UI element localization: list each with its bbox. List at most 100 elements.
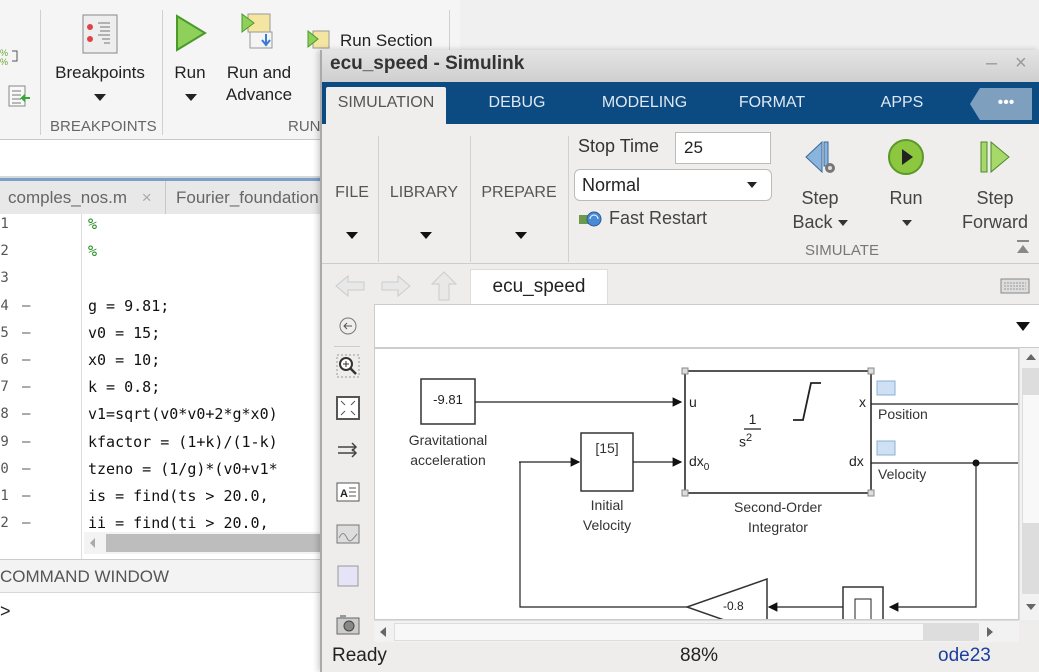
velocity-signal-label[interactable]: Velocity	[878, 466, 926, 482]
close-tab-icon[interactable]: ×	[142, 188, 152, 207]
code-line[interactable]: g = 9.81;	[88, 293, 169, 320]
code-line[interactable]: v1=sqrt(v0*v0+2*g*x0)	[88, 401, 278, 428]
executable-line-marker[interactable]: –	[22, 429, 30, 456]
scroll-right-icon[interactable]	[987, 627, 993, 637]
second-order-integrator-block[interactable]	[684, 370, 872, 494]
hide-explorer-icon[interactable]	[336, 314, 360, 338]
minimize-button[interactable]: –	[986, 52, 997, 75]
selection-handle[interactable]	[867, 489, 875, 497]
run-icon[interactable]	[175, 14, 207, 52]
editor-horizontal-scrollbar[interactable]	[84, 532, 330, 554]
fit-to-view-icon[interactable]	[336, 396, 360, 420]
memory-block[interactable]	[842, 586, 884, 620]
breakpoints-icon[interactable]	[82, 14, 118, 54]
run-dropdown-icon[interactable]	[902, 220, 912, 226]
image-icon[interactable]	[336, 522, 360, 546]
prepare-dropdown-icon[interactable]	[515, 232, 527, 239]
indent-icon[interactable]	[8, 85, 30, 109]
executable-line-marker[interactable]: –	[22, 401, 30, 428]
breakpoints-dropdown-icon[interactable]	[94, 94, 106, 101]
signal-logging-badge[interactable]	[876, 440, 896, 456]
run-and-advance-button[interactable]: Run and Advance	[220, 63, 298, 105]
executable-line-marker[interactable]: –	[22, 347, 30, 374]
keyboard-icon[interactable]	[1000, 278, 1030, 294]
annotation-icon[interactable]: A	[336, 480, 360, 504]
close-button[interactable]: ×	[1015, 52, 1027, 75]
run-simulation-icon[interactable]	[887, 138, 925, 176]
code-line[interactable]: x0 = 10;	[88, 347, 160, 374]
step-forward-button[interactable]: Step Forward	[954, 186, 1036, 234]
model-tab[interactable]: ecu_speed	[470, 269, 608, 304]
code-line[interactable]: is = find(ts > 20.0,	[88, 483, 269, 510]
step-back-button[interactable]: Step Back	[790, 186, 850, 234]
area-icon[interactable]	[336, 564, 360, 588]
tab-simulation[interactable]: SIMULATION	[326, 87, 446, 124]
scroll-down-icon[interactable]	[1026, 604, 1036, 610]
scrollbar-track[interactable]	[1022, 524, 1039, 594]
simulation-mode-select[interactable]: Normal	[574, 169, 772, 201]
camera-icon[interactable]	[336, 612, 360, 636]
step-back-icon[interactable]	[802, 138, 838, 176]
zoom-level[interactable]: 88%	[680, 645, 718, 667]
scrollbar-thumb[interactable]	[106, 534, 330, 552]
tab-modeling[interactable]: MODELING	[592, 87, 697, 124]
solver-link[interactable]: ode23	[938, 645, 991, 667]
tab-apps[interactable]: APPS	[862, 87, 942, 124]
run-section-icon[interactable]	[307, 28, 331, 50]
back-arrow-icon[interactable]	[334, 274, 366, 298]
breadcrumb-dropdown-icon[interactable]	[1016, 322, 1030, 331]
run-simulation-button[interactable]: Run	[877, 186, 935, 210]
zoom-in-icon[interactable]	[336, 354, 360, 378]
executable-line-marker[interactable]: –	[22, 456, 30, 483]
code-line[interactable]: v0 = 15;	[88, 320, 160, 347]
scroll-left-icon[interactable]	[90, 538, 95, 548]
selection-handle[interactable]	[867, 367, 875, 375]
executable-line-marker[interactable]: –	[22, 510, 30, 537]
scrollbar-thumb[interactable]	[1022, 394, 1039, 524]
code-line[interactable]: tzeno = (1/g)*(v0+v1*	[88, 456, 278, 483]
command-window[interactable]: >	[0, 593, 330, 672]
stop-time-input[interactable]: 25	[675, 132, 771, 164]
position-signal-label[interactable]: Position	[878, 406, 928, 422]
run-dropdown-icon[interactable]	[185, 94, 197, 101]
tab-format[interactable]: FORMAT	[727, 87, 817, 124]
tab-debug[interactable]: DEBUG	[472, 87, 562, 124]
fast-restart-button[interactable]: Fast Restart	[578, 208, 707, 229]
code-editor[interactable]: 51525354–55–56–57–58–59–60–61–62– %%g = …	[0, 214, 330, 559]
executable-line-marker[interactable]: –	[22, 483, 30, 510]
signal-arrows-icon[interactable]	[336, 438, 360, 462]
code-line[interactable]: kfactor = (1+k)/(1-k)	[88, 429, 278, 456]
more-tabs-button[interactable]: •••	[970, 88, 1032, 120]
executable-line-marker[interactable]: –	[22, 293, 30, 320]
scrollbar-track[interactable]	[924, 623, 979, 641]
file-button[interactable]: FILE	[326, 184, 378, 202]
signal-logging-badge[interactable]	[876, 380, 896, 396]
run-section-button[interactable]: Run Section	[340, 31, 433, 51]
library-button[interactable]: LIBRARY	[382, 184, 466, 202]
selection-handle[interactable]	[681, 367, 689, 375]
model-breadcrumb-bar[interactable]	[374, 304, 1039, 348]
editor-tab-comples-nos[interactable]: comples_nos.m ×	[0, 181, 166, 214]
step-forward-icon[interactable]	[977, 138, 1013, 176]
file-dropdown-icon[interactable]	[346, 232, 358, 239]
scrollbar-thumb[interactable]	[394, 623, 924, 641]
simulink-titlebar[interactable]: ecu_speed - Simulink – ×	[322, 50, 1039, 82]
forward-arrow-icon[interactable]	[380, 274, 412, 298]
code-line[interactable]: k = 0.8;	[88, 374, 160, 401]
code-line[interactable]: %	[88, 211, 97, 238]
run-and-advance-icon[interactable]	[240, 12, 276, 52]
selection-handle[interactable]	[681, 489, 689, 497]
canvas-vertical-scrollbar[interactable]	[1019, 348, 1039, 620]
executable-line-marker[interactable]: –	[22, 374, 30, 401]
scrollbar-track[interactable]	[1022, 368, 1039, 394]
collapse-ribbon-icon[interactable]	[1016, 240, 1030, 254]
breakpoints-button[interactable]: Breakpoints	[52, 63, 148, 83]
run-button[interactable]: Run	[170, 63, 210, 83]
scroll-up-icon[interactable]	[1026, 354, 1036, 360]
comment-toggle-icon[interactable]: %%	[0, 45, 20, 67]
editor-tab-fourier-foundation[interactable]: Fourier_foundation	[166, 181, 330, 214]
executable-line-marker[interactable]: –	[22, 320, 30, 347]
scroll-left-icon[interactable]	[380, 627, 386, 637]
library-dropdown-icon[interactable]	[420, 232, 432, 239]
canvas-horizontal-scrollbar[interactable]	[374, 620, 1019, 642]
